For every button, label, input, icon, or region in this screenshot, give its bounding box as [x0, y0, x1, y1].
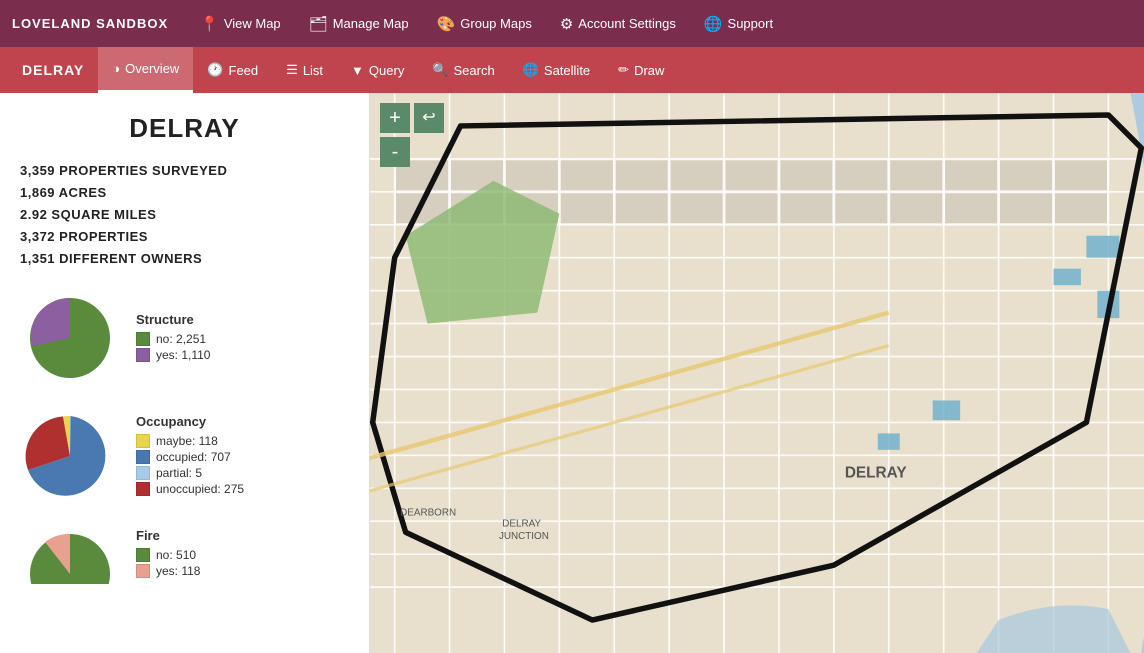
legend-label-structure-yes: yes: 1,110 — [156, 348, 210, 362]
tab-list[interactable]: ☰ List — [272, 47, 337, 93]
search-icon: 🔍 — [432, 62, 448, 78]
swatch-fire-yes — [136, 564, 150, 578]
tab-feed[interactable]: 🕐 Feed — [193, 47, 272, 93]
undo-button[interactable]: ↩ — [414, 103, 444, 133]
swatch-occupancy-occupied — [136, 450, 150, 464]
brand-logo: LOVELAND SANDBOX — [12, 16, 168, 31]
legend-item-occupancy-maybe: maybe: 118 — [136, 434, 244, 448]
overview-panel: DELRAY 3,359 PROPERTIES SURVEYED 1,869 A… — [0, 93, 370, 653]
view-map-icon: 📍 — [200, 15, 219, 33]
tab-label-feed: Feed — [229, 63, 259, 78]
chart-fire — [20, 524, 120, 584]
satellite-icon: 🌐 — [523, 62, 539, 78]
chart-row-occupancy: Occupancy maybe: 118 occupied: 707 parti… — [20, 406, 349, 506]
legend-label-occupancy-partial: partial: 5 — [156, 466, 202, 480]
chart-title-structure: Structure — [136, 312, 210, 327]
nav-label-account-settings: Account Settings — [578, 16, 676, 31]
swatch-fire-no — [136, 548, 150, 562]
query-icon: ▼ — [351, 63, 364, 78]
zoom-out-button[interactable]: - — [380, 137, 410, 167]
legend-label-structure-no: no: 2,251 — [156, 332, 206, 346]
legend-label-fire-no: no: 510 — [156, 548, 196, 562]
tab-search[interactable]: 🔍 Search — [418, 47, 508, 93]
swatch-structure-yes — [136, 348, 150, 362]
tab-draw[interactable]: ✏ Draw — [604, 47, 678, 93]
chart-structure — [20, 288, 120, 388]
nav-label-manage-map: Manage Map — [333, 16, 409, 31]
legend-item-structure-no: no: 2,251 — [136, 332, 210, 346]
tab-label-search: Search — [454, 63, 495, 78]
stat-owners: 1,351 DIFFERENT OWNERS — [20, 248, 349, 270]
nav-label-group-maps: Group Maps — [460, 16, 532, 31]
top-navigation: LOVELAND SANDBOX 📍 View Map 🗂 Manage Map… — [0, 0, 1144, 47]
legend-fire: Fire no: 510 yes: 118 — [136, 528, 200, 580]
swatch-occupancy-maybe — [136, 434, 150, 448]
sub-nav-brand: DELRAY — [8, 62, 98, 78]
legend-structure: Structure no: 2,251 yes: 1,110 — [136, 312, 210, 364]
zoom-in-button[interactable]: + — [380, 103, 410, 133]
chart-title-occupancy: Occupancy — [136, 414, 244, 429]
legend-item-fire-no: no: 510 — [136, 548, 200, 562]
legend-item-fire-yes: yes: 118 — [136, 564, 200, 578]
map-placeholder: DELRAY DELRAY JUNCTION DEARBORN + - ↩ — [370, 93, 1144, 653]
nav-item-account-settings[interactable]: ⚙ Account Settings — [546, 0, 690, 47]
list-icon: ☰ — [286, 62, 298, 78]
nav-item-view-map[interactable]: 📍 View Map — [186, 0, 295, 47]
svg-text:JUNCTION: JUNCTION — [499, 531, 549, 542]
nav-label-view-map: View Map — [224, 16, 281, 31]
support-icon: 🌐 — [704, 15, 723, 33]
draw-icon: ✏ — [618, 62, 629, 78]
tab-label-overview: Overview — [125, 61, 179, 76]
chart-occupancy — [20, 406, 120, 506]
chart-row-structure: Structure no: 2,251 yes: 1,110 — [20, 288, 349, 388]
overview-icon: ◑ — [112, 61, 120, 76]
nav-item-manage-map[interactable]: 🗂 Manage Map — [295, 0, 423, 47]
chart-title-fire: Fire — [136, 528, 200, 543]
legend-label-occupancy-maybe: maybe: 118 — [156, 434, 218, 448]
tab-satellite[interactable]: 🌐 Satellite — [509, 47, 604, 93]
map-area: DELRAY DELRAY JUNCTION DEARBORN + - ↩ — [370, 93, 1144, 653]
svg-text:DELRAY: DELRAY — [845, 464, 907, 481]
manage-map-icon: 🗂 — [309, 15, 328, 33]
account-settings-icon: ⚙ — [560, 15, 573, 33]
tab-label-draw: Draw — [634, 63, 664, 78]
nav-item-group-maps[interactable]: 🎨 Group Maps — [423, 0, 546, 47]
swatch-occupancy-partial — [136, 466, 150, 480]
legend-occupancy: Occupancy maybe: 118 occupied: 707 parti… — [136, 414, 244, 498]
tab-overview[interactable]: ◑ Overview — [98, 47, 193, 93]
legend-label-occupancy-unoccupied: unoccupied: 275 — [156, 482, 244, 496]
stat-acres: 1,869 ACRES — [20, 182, 349, 204]
main-content: DELRAY 3,359 PROPERTIES SURVEYED 1,869 A… — [0, 93, 1144, 653]
nav-item-support[interactable]: 🌐 Support — [690, 0, 787, 47]
tab-label-satellite: Satellite — [544, 63, 590, 78]
tab-query[interactable]: ▼ Query — [337, 47, 418, 93]
feed-icon: 🕐 — [207, 62, 223, 78]
stats-section: 3,359 PROPERTIES SURVEYED 1,869 ACRES 2.… — [20, 160, 349, 270]
svg-text:DELRAY: DELRAY — [502, 519, 541, 530]
page-title: DELRAY — [20, 113, 349, 144]
swatch-structure-no — [136, 332, 150, 346]
charts-section: Structure no: 2,251 yes: 1,110 — [20, 288, 349, 584]
tab-label-query: Query — [369, 63, 404, 78]
legend-item-occupancy-partial: partial: 5 — [136, 466, 244, 480]
legend-item-occupancy-unoccupied: unoccupied: 275 — [136, 482, 244, 496]
swatch-occupancy-unoccupied — [136, 482, 150, 496]
nav-label-support: Support — [728, 16, 774, 31]
sub-navigation: DELRAY ◑ Overview 🕐 Feed ☰ List ▼ Query … — [0, 47, 1144, 93]
tab-label-list: List — [303, 63, 323, 78]
legend-label-fire-yes: yes: 118 — [156, 564, 200, 578]
legend-label-occupancy-occupied: occupied: 707 — [156, 450, 231, 464]
group-maps-icon: 🎨 — [437, 15, 456, 33]
svg-text:DEARBORN: DEARBORN — [400, 508, 456, 519]
legend-item-occupancy-occupied: occupied: 707 — [136, 450, 244, 464]
stat-square-miles: 2.92 SQUARE MILES — [20, 204, 349, 226]
stat-properties-surveyed: 3,359 PROPERTIES SURVEYED — [20, 160, 349, 182]
stat-properties: 3,372 PROPERTIES — [20, 226, 349, 248]
chart-row-fire: Fire no: 510 yes: 118 — [20, 524, 349, 584]
legend-item-structure-yes: yes: 1,110 — [136, 348, 210, 362]
